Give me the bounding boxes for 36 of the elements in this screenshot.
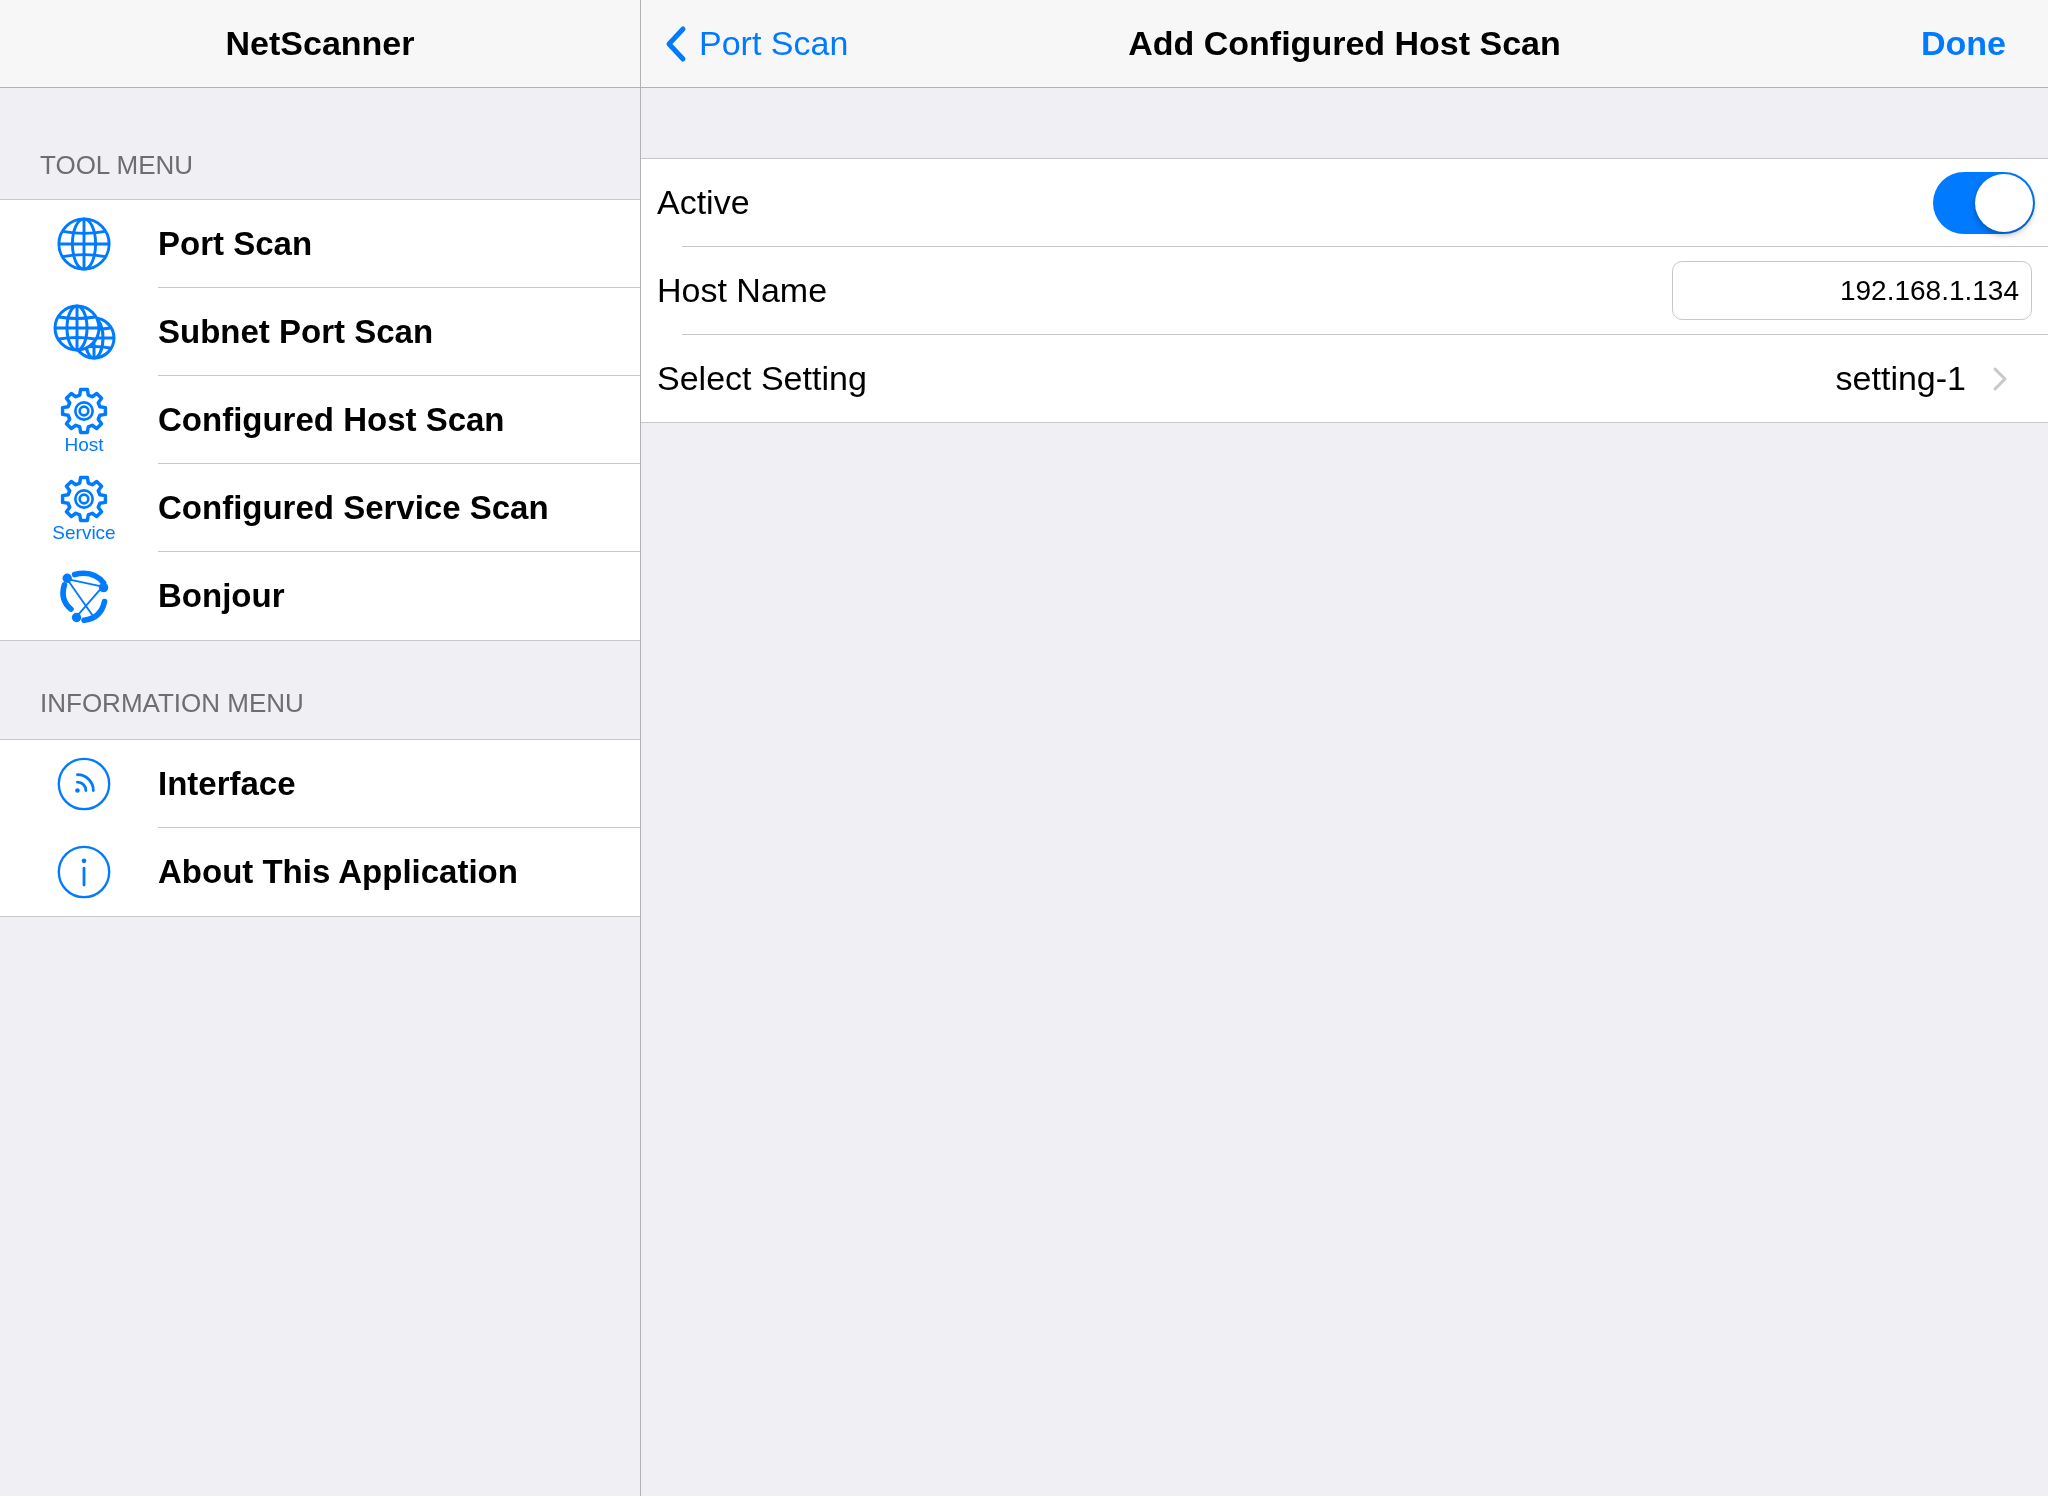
globe-icon: [55, 215, 113, 273]
menu-item-label: Subnet Port Scan: [158, 311, 434, 352]
menu-item[interactable]: Port Scan: [0, 200, 640, 288]
two-globes-icon: [52, 302, 116, 362]
back-button[interactable]: Port Scan: [665, 18, 849, 69]
menu-item[interactable]: Bonjour: [0, 552, 640, 640]
menu-item-label: Port Scan: [158, 223, 313, 264]
menu-item-label: Interface: [158, 763, 296, 804]
menu-item[interactable]: Interface: [0, 740, 640, 828]
icon-caption: Service: [52, 523, 116, 543]
menu-item-label: Configured Host Scan: [158, 399, 505, 440]
setting-value: setting-1: [1835, 358, 1966, 399]
menu-item-label: Bonjour: [158, 576, 285, 617]
chevron-right-icon: [1992, 365, 2008, 392]
host-name-field[interactable]: 192.168.1.134: [1672, 261, 2032, 320]
gear-icon: [58, 473, 110, 525]
gear-icon: [58, 385, 110, 437]
menu-item[interactable]: Service Configured Service Scan: [0, 464, 640, 552]
toggle-switch[interactable]: [1933, 171, 2035, 234]
chevron-left-icon: [665, 24, 687, 63]
icon-caption: Host: [64, 435, 104, 455]
menu-item[interactable]: Subnet Port Scan: [0, 288, 640, 376]
section-header: TOOL MENU: [40, 149, 194, 182]
info-icon: [56, 844, 112, 900]
row-label: Host Name: [657, 270, 828, 311]
menu-item-label: About This Application: [158, 852, 518, 893]
menu-item[interactable]: About This Application: [0, 828, 640, 916]
nav-title: Add Configured Host Scan: [1128, 23, 1561, 64]
menu-item[interactable]: Host Configured Host Scan: [0, 376, 640, 464]
done-button[interactable]: Done: [1921, 18, 2006, 69]
row-label: Active: [657, 182, 750, 223]
menu-item-label: Configured Service Scan: [158, 487, 549, 528]
section-header: INFORMATION MENU: [40, 687, 304, 720]
sidebar-title: NetScanner: [225, 23, 415, 64]
signal-circle-icon: [56, 756, 112, 812]
row-label: Select Setting: [657, 358, 867, 399]
